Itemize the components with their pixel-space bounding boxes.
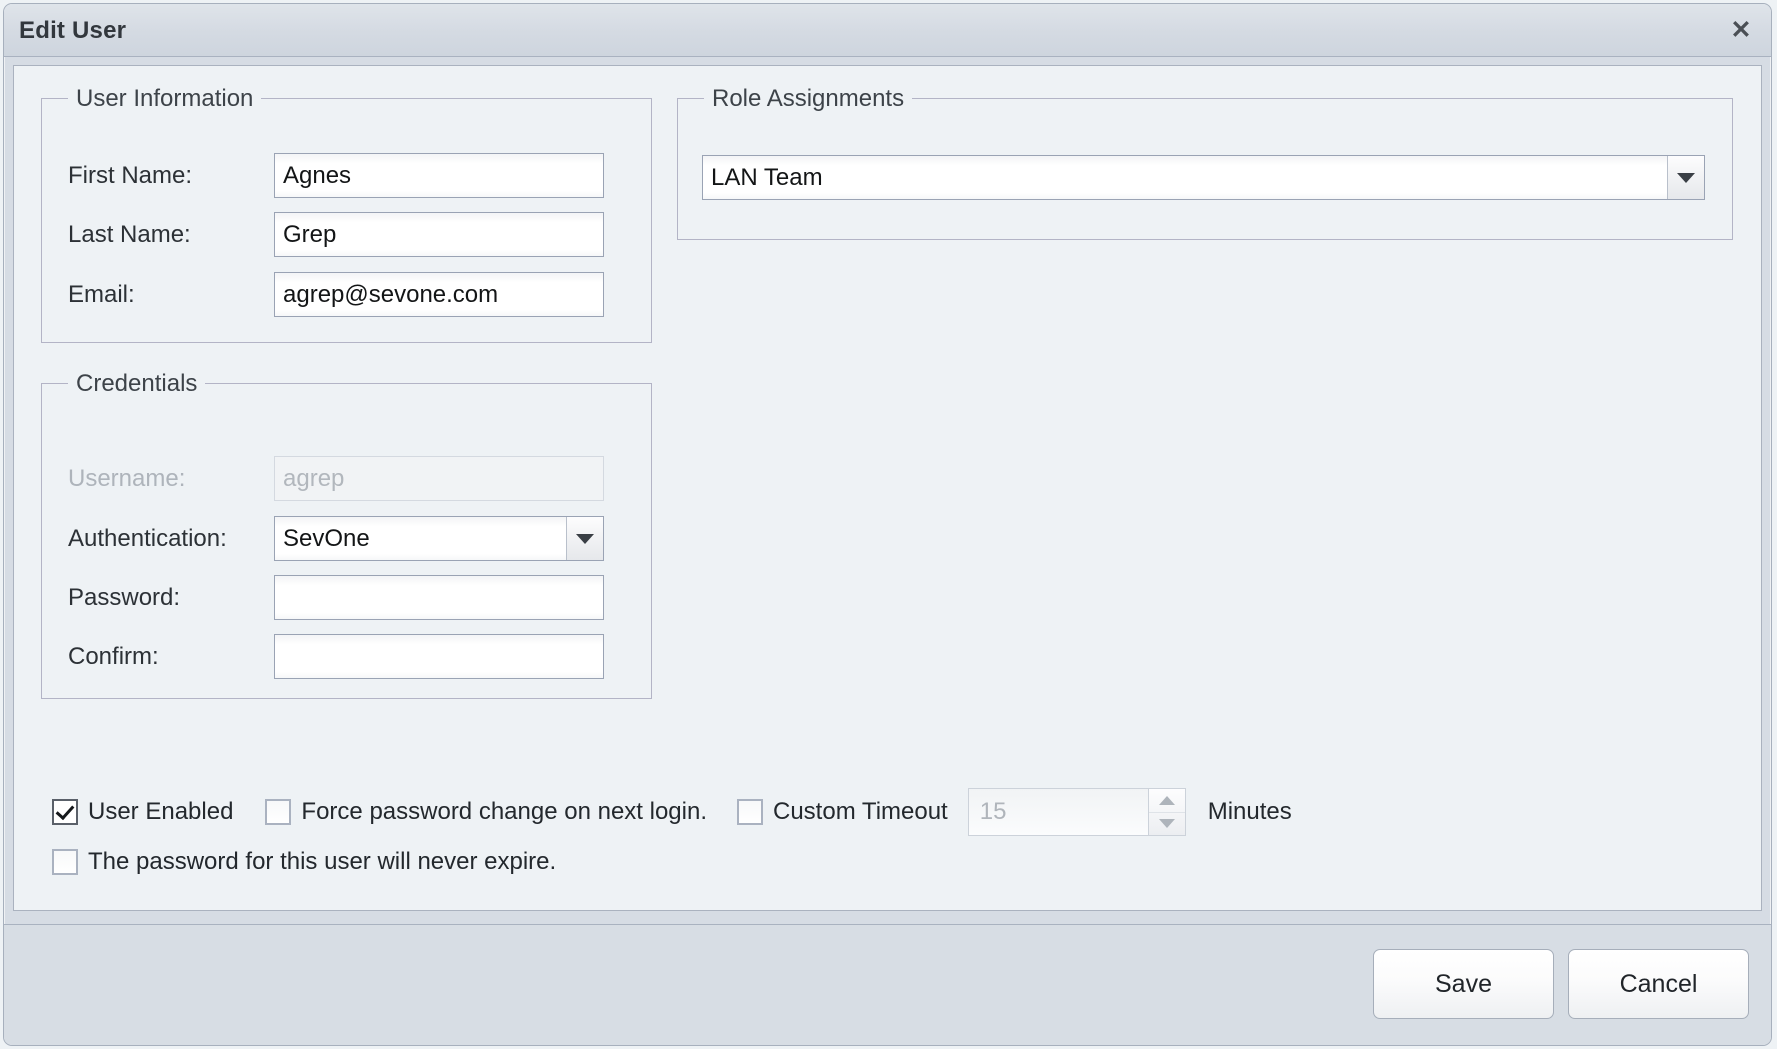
timeout-value-input[interactable]: 15 — [968, 789, 1148, 835]
triangle-down-icon[interactable] — [1148, 811, 1185, 836]
confirm-password-label: Confirm: — [68, 642, 159, 670]
custom-timeout-checkbox-item[interactable]: Custom Timeout — [737, 798, 948, 826]
force-password-change-label: Force password change on next login. — [301, 798, 707, 825]
user-enabled-label: User Enabled — [88, 798, 234, 825]
credentials-legend: Credentials — [68, 370, 206, 398]
confirm-password-row: Confirm: — [42, 634, 604, 679]
role-assignments-legend: Role Assignments — [704, 85, 913, 113]
email-label: Email: — [68, 280, 135, 308]
username-row: Username: agrep — [42, 456, 604, 501]
role-assignments-selected-value: LAN Team — [703, 156, 1667, 199]
credentials-fieldset: Credentials Username: agrep Authenticati… — [41, 370, 652, 699]
custom-timeout-checkbox[interactable] — [737, 799, 763, 825]
role-assignments-select[interactable]: LAN Team — [702, 155, 1705, 200]
force-password-change-checkbox-item[interactable]: Force password change on next login. — [265, 798, 707, 826]
password-row: Password: — [42, 575, 604, 620]
timeout-stepper-buttons — [1147, 789, 1185, 836]
first-name-input[interactable]: Agnes — [274, 153, 604, 198]
dialog-titlebar: Edit User ✕ — [4, 4, 1771, 57]
user-enabled-checkbox-item[interactable]: User Enabled — [52, 798, 233, 826]
username-input: agrep — [274, 456, 604, 501]
triangle-up-icon[interactable] — [1149, 789, 1185, 812]
custom-timeout-label: Custom Timeout — [773, 798, 948, 825]
email-input[interactable]: agrep@sevone.com — [274, 272, 604, 317]
save-button[interactable]: Save — [1373, 949, 1554, 1019]
user-information-fieldset: User Information First Name: Agnes Last … — [41, 85, 652, 343]
timeout-stepper[interactable]: 15 — [967, 788, 1186, 836]
footer-button-group: Save Cancel — [1373, 949, 1749, 1019]
authentication-label: Authentication: — [68, 524, 227, 552]
last-name-row: Last Name: Grep — [42, 212, 604, 257]
never-expire-checkbox[interactable] — [52, 849, 78, 875]
first-name-label: First Name: — [68, 161, 193, 189]
timeout-unit-label: Minutes — [1207, 798, 1292, 825]
chevron-down-icon[interactable] — [1667, 156, 1704, 199]
user-information-legend: User Information — [68, 85, 262, 113]
cancel-button[interactable]: Cancel — [1568, 949, 1749, 1019]
force-password-change-checkbox[interactable] — [265, 799, 292, 825]
password-input[interactable] — [274, 575, 604, 620]
never-expire-label: The password for this user will never ex… — [88, 848, 557, 875]
content-panel: User Information First Name: Agnes Last … — [13, 65, 1762, 911]
chevron-down-icon[interactable] — [566, 517, 603, 560]
options-row-primary: User Enabled Force password change on ne… — [52, 788, 1292, 836]
edit-user-dialog: Edit User ✕ User Information First Name:… — [3, 3, 1772, 1046]
password-label: Password: — [68, 583, 181, 611]
dialog-title: Edit User — [19, 17, 127, 44]
first-name-row: First Name: Agnes — [42, 153, 604, 198]
last-name-input[interactable]: Grep — [274, 212, 604, 257]
authentication-row: Authentication: SevOne — [42, 516, 604, 561]
dialog-body: User Information First Name: Agnes Last … — [4, 57, 1771, 916]
email-row: Email: agrep@sevone.com — [42, 272, 604, 317]
never-expire-checkbox-item[interactable]: The password for this user will never ex… — [52, 848, 556, 876]
confirm-password-input[interactable] — [274, 634, 604, 679]
close-icon[interactable]: ✕ — [1727, 16, 1755, 44]
authentication-select[interactable]: SevOne — [274, 516, 604, 561]
options-row-secondary: The password for this user will never ex… — [52, 848, 556, 876]
dialog-footer: Save Cancel — [4, 924, 1771, 1045]
last-name-label: Last Name: — [68, 220, 191, 248]
username-label: Username: — [68, 464, 186, 492]
role-assignments-fieldset: Role Assignments LAN Team — [677, 85, 1733, 240]
authentication-selected-value: SevOne — [275, 517, 566, 560]
user-enabled-checkbox[interactable] — [52, 799, 78, 825]
